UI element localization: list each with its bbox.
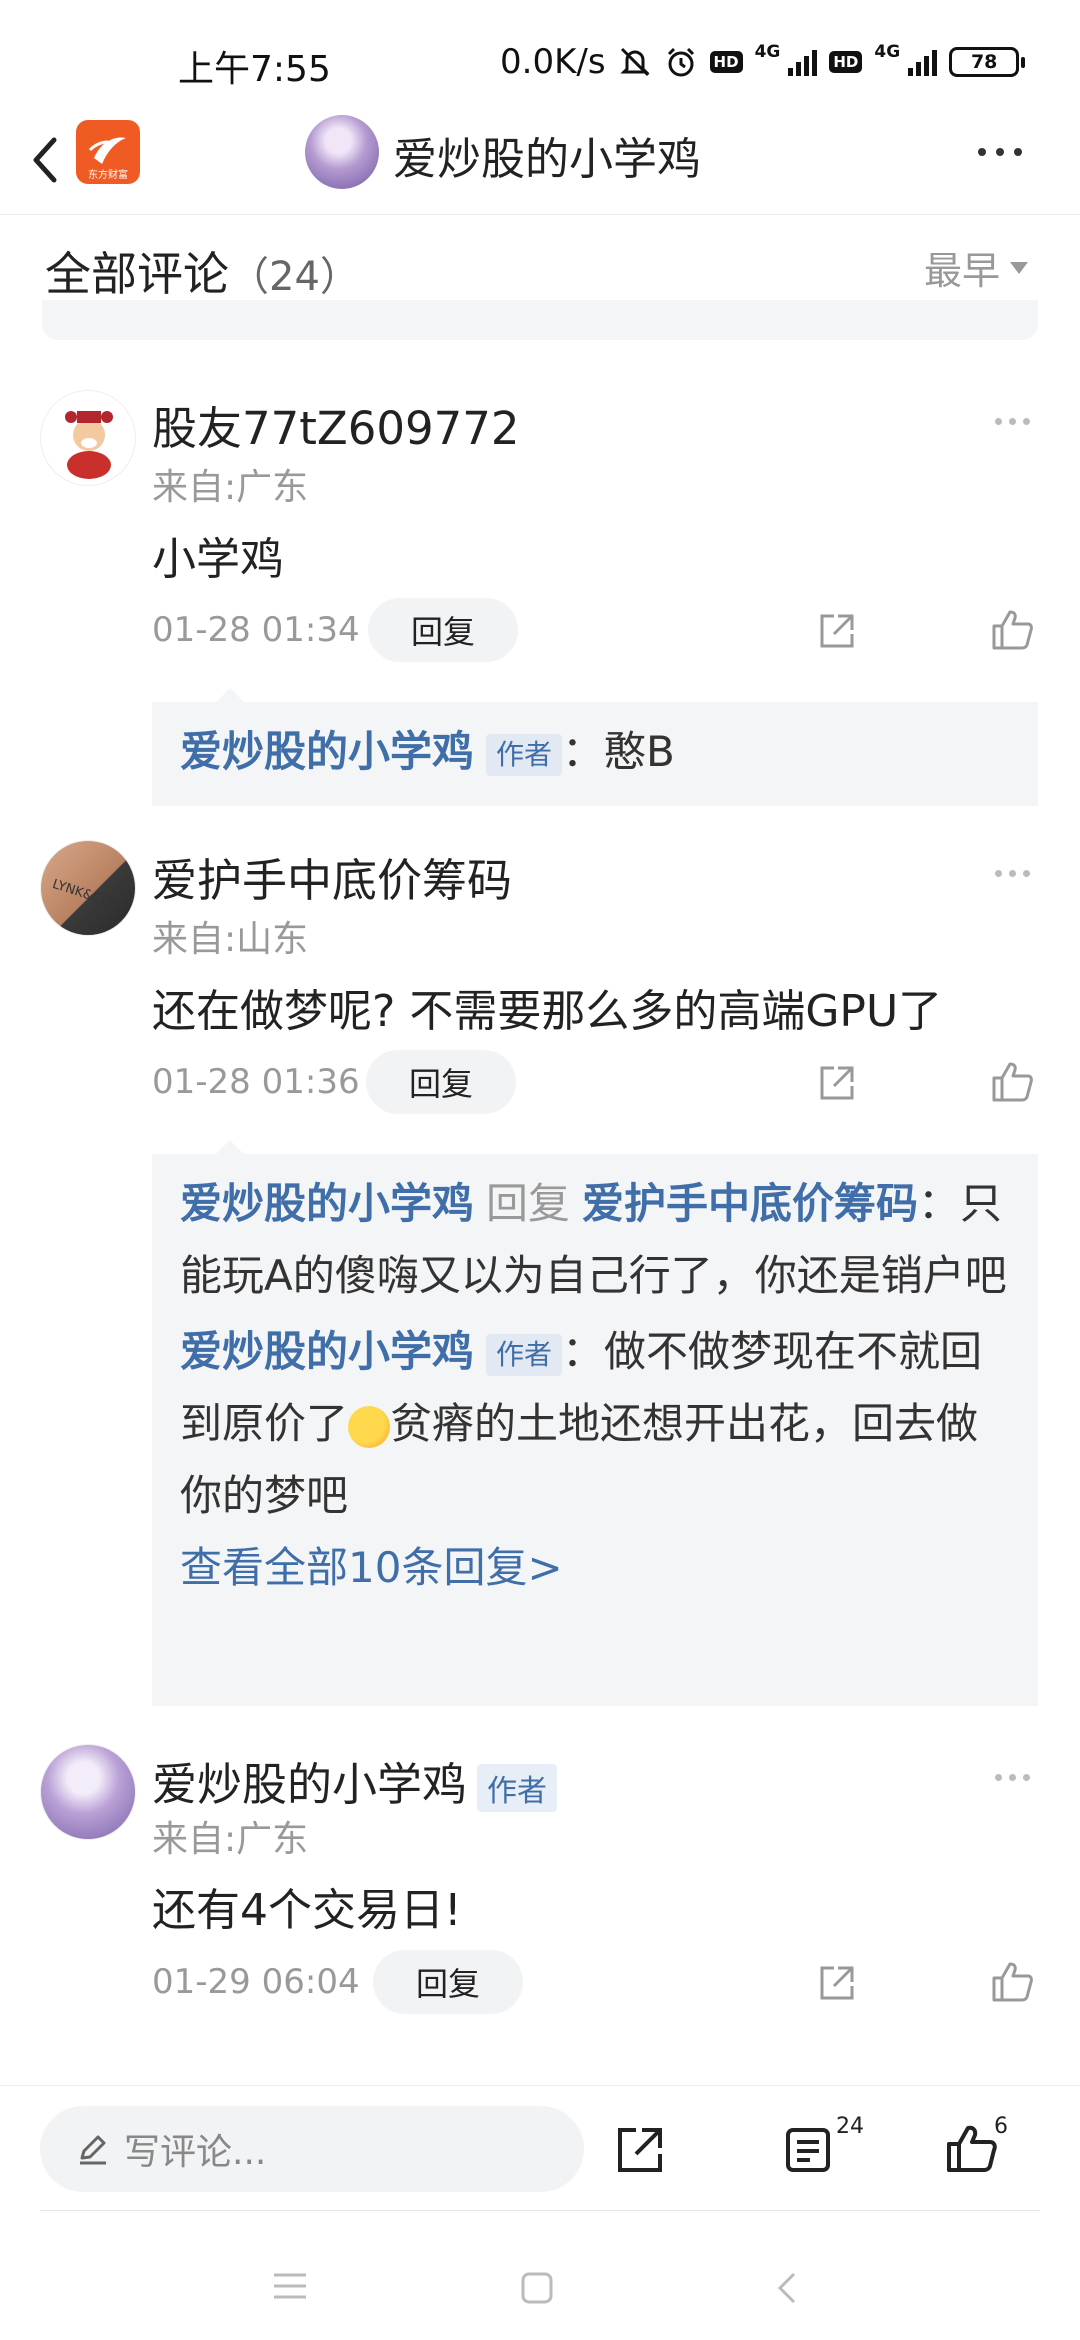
reply-username[interactable]: 爱炒股的小学鸡 bbox=[180, 727, 474, 776]
reply-button[interactable]: 回复 bbox=[368, 598, 518, 662]
share-icon[interactable] bbox=[816, 1062, 858, 1104]
reply-item[interactable]: 爱炒股的小学鸡 作者 ：憨B bbox=[180, 716, 1010, 788]
battery-level: 78 bbox=[970, 51, 998, 73]
comment-more-icon[interactable] bbox=[995, 1774, 1030, 1781]
comment-text: 还有4个交易日! bbox=[152, 1885, 462, 1936]
network-type: 4G bbox=[754, 42, 781, 62]
hd-icon-2: HD bbox=[829, 51, 863, 73]
like-icon[interactable] bbox=[990, 1060, 1034, 1104]
signal-icon bbox=[788, 48, 818, 76]
bottom-action-bar: 写评论... 24 6 bbox=[0, 2085, 1080, 2210]
reply-item[interactable]: 爱炒股的小学鸡 作者 ：做不做梦现在不就回到原价了 贫瘠的土地还想开出花，回去做你的梦… bbox=[180, 1316, 1010, 1532]
app-logo-text: 东方财富 bbox=[88, 168, 128, 181]
comment-text: 小学鸡 bbox=[152, 534, 284, 585]
reply-item[interactable]: 爱炒股的小学鸡 回复 爱护手中底价筹码：只能玩A的傻嗨又以为自己行了，你还是销户吧 bbox=[180, 1168, 1010, 1312]
mute-bell-icon bbox=[619, 47, 650, 77]
status-bar: 上午7:55 0.0K/s HD 4G HD 4G 78 bbox=[0, 0, 1080, 115]
comment-more-icon[interactable] bbox=[995, 870, 1030, 877]
comment-username-text[interactable]: 爱炒股的小学鸡 bbox=[152, 1758, 467, 1811]
user-avatar[interactable] bbox=[40, 1744, 136, 1840]
comment-username[interactable]: 股友77tZ609772 bbox=[152, 392, 520, 457]
back-arrow-icon[interactable] bbox=[20, 130, 70, 190]
home-icon[interactable] bbox=[520, 2271, 554, 2305]
top-nav: 东方财富 爱炒股的小学鸡 bbox=[0, 110, 1080, 215]
nav-back-icon[interactable] bbox=[774, 2271, 798, 2305]
emoji-icon bbox=[348, 1405, 391, 1448]
comment-username[interactable]: 爱护手中底价筹码 bbox=[152, 844, 512, 909]
svg-text:LYNK&CO: LYNK&CO bbox=[50, 877, 113, 910]
comment-username[interactable]: 爱炒股的小学鸡 作者 bbox=[152, 1748, 558, 1813]
comment-text: 还在做梦呢? 不需要那么多的高端GPU了 bbox=[152, 986, 943, 1037]
comments-section-title: 全部评论（24） bbox=[45, 238, 360, 304]
like-icon[interactable] bbox=[944, 2122, 998, 2176]
author-avatar[interactable] bbox=[305, 115, 379, 189]
share-icon[interactable] bbox=[816, 1962, 858, 2004]
share-icon[interactable] bbox=[614, 2124, 666, 2176]
divider-card bbox=[42, 300, 1038, 340]
likes-count-badge: 6 bbox=[994, 2114, 1008, 2139]
reply-word: 回复 bbox=[486, 1179, 571, 1228]
network-type-2: 4G bbox=[874, 42, 901, 62]
system-nav-bar bbox=[40, 2210, 1040, 2340]
dropdown-arrow-icon bbox=[1010, 261, 1029, 274]
author-tag: 作者 bbox=[486, 1333, 563, 1376]
comment-location: 来自:山东 bbox=[152, 919, 309, 960]
alarm-icon bbox=[667, 47, 694, 77]
reply-text: ：憨B bbox=[562, 727, 675, 776]
status-indicators: 0.0K/s HD 4G HD 4G 78 bbox=[500, 40, 1026, 84]
comments-count: （24） bbox=[229, 254, 360, 300]
reply-thread: 爱炒股的小学鸡 回复 爱护手中底价筹码：只能玩A的傻嗨又以为自己行了，你还是销户吧 … bbox=[152, 1140, 1038, 1706]
reply-target-username[interactable]: 爱护手中底价筹码 bbox=[582, 1179, 918, 1228]
pencil-icon bbox=[80, 2135, 106, 2165]
comment-location: 来自:广东 bbox=[152, 467, 309, 508]
app-logo[interactable]: 东方财富 bbox=[76, 120, 140, 184]
comments-title-text: 全部评论 bbox=[45, 247, 229, 301]
reply-thread: 爱炒股的小学鸡 作者 ：憨B bbox=[152, 688, 1038, 806]
reply-button[interactable]: 回复 bbox=[373, 1950, 523, 2014]
view-all-replies-link[interactable]: 查看全部10条回复> bbox=[180, 1532, 1010, 1604]
menu-icon[interactable] bbox=[272, 2271, 308, 2301]
comments-icon[interactable] bbox=[782, 2124, 834, 2176]
write-comment-placeholder: 写评论... bbox=[124, 2132, 267, 2173]
page-title[interactable]: 爱炒股的小学鸡 bbox=[393, 123, 701, 187]
status-time: 上午7:55 bbox=[178, 49, 331, 90]
reply-username[interactable]: 爱炒股的小学鸡 bbox=[180, 1179, 474, 1228]
comment-time: 01-28 01:34 bbox=[152, 610, 360, 650]
share-icon[interactable] bbox=[816, 610, 858, 652]
battery-icon: 78 bbox=[949, 47, 1026, 77]
write-comment-input[interactable]: 写评论... bbox=[40, 2106, 584, 2192]
reply-username[interactable]: 爱炒股的小学鸡 bbox=[180, 1327, 474, 1376]
like-icon[interactable] bbox=[990, 1960, 1034, 2004]
reply-button[interactable]: 回复 bbox=[366, 1050, 516, 1114]
user-avatar[interactable] bbox=[40, 390, 136, 486]
network-speed: 0.0K/s bbox=[500, 42, 606, 82]
sort-label: 最早 bbox=[924, 249, 1001, 293]
more-options-icon[interactable] bbox=[978, 148, 1022, 156]
sort-dropdown[interactable]: 最早 bbox=[924, 240, 1029, 295]
comment-time: 01-28 01:36 bbox=[152, 1062, 360, 1102]
user-avatar[interactable]: LYNK&CO bbox=[40, 840, 136, 936]
signal-icon-2 bbox=[908, 48, 938, 76]
like-icon[interactable] bbox=[990, 608, 1034, 652]
hd-icon: HD bbox=[709, 51, 743, 73]
comment-location: 来自:广东 bbox=[152, 1819, 309, 1860]
comments-count-badge: 24 bbox=[836, 2114, 864, 2139]
comment-more-icon[interactable] bbox=[995, 418, 1030, 425]
comment-time: 01-29 06:04 bbox=[152, 1962, 360, 2002]
author-tag: 作者 bbox=[486, 733, 563, 776]
author-tag: 作者 bbox=[477, 1764, 558, 1812]
